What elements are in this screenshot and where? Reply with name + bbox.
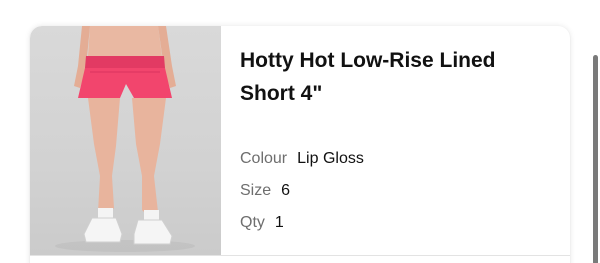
attribute-label: Size (240, 182, 272, 199)
attribute-qty: Qty 1 (240, 214, 560, 246)
divider (30, 255, 570, 256)
product-image[interactable] (30, 26, 221, 255)
attribute-value: 6 (281, 182, 291, 199)
product-title[interactable]: Hotty Hot Low-Rise Lined Short 4" (240, 44, 540, 110)
attribute-value: Lip Gloss (297, 150, 364, 167)
scrollbar[interactable] (593, 55, 598, 263)
product-attributes: Colour Lip Gloss Size 6 Qty 1 (240, 150, 560, 246)
attribute-label: Qty (240, 214, 265, 231)
product-photo-illustration (55, 26, 195, 252)
product-details: Hotty Hot Low-Rise Lined Short 4" Colour… (240, 44, 560, 246)
attribute-label: Colour (240, 150, 288, 167)
cart-page: Hotty Hot Low-Rise Lined Short 4" Colour… (0, 0, 600, 263)
product-card: Hotty Hot Low-Rise Lined Short 4" Colour… (30, 26, 570, 263)
attribute-size: Size 6 (240, 182, 560, 214)
attribute-value: 1 (274, 214, 284, 231)
attribute-colour: Colour Lip Gloss (240, 150, 560, 182)
